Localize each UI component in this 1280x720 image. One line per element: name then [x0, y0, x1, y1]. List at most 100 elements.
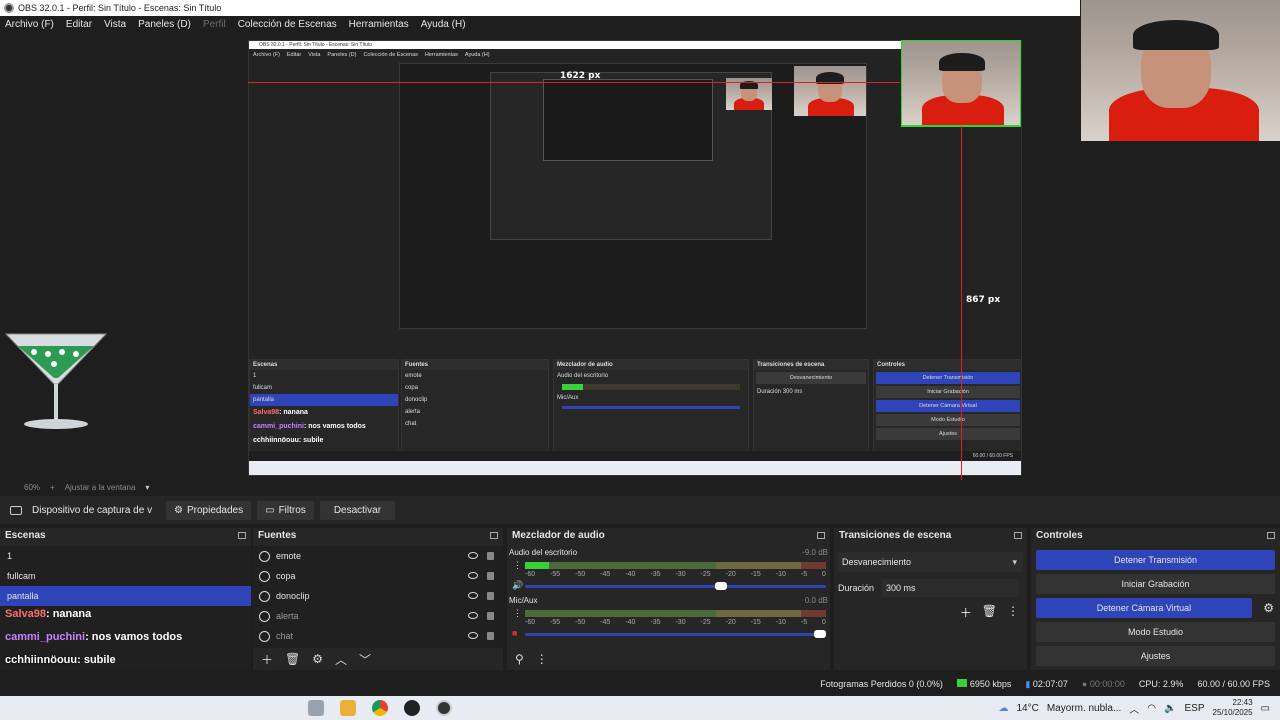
volume-icon[interactable]: 🔈	[1164, 703, 1176, 714]
duration-input[interactable]: 300 ms	[882, 579, 1019, 597]
visibility-eye-icon[interactable]	[468, 592, 478, 599]
language-indicator[interactable]: ESP	[1184, 703, 1204, 714]
control-button[interactable]: Modo Estudio	[1036, 622, 1275, 642]
lock-icon[interactable]	[487, 572, 494, 580]
status-bar: Fotogramas Perdidos 0 (0.0%) 6950 kbps ▮…	[0, 674, 1280, 694]
link-icon[interactable]: ⚲	[515, 652, 524, 666]
chrome-icon[interactable]	[372, 700, 388, 716]
control-button[interactable]: Detener Transmisión	[1036, 550, 1275, 570]
menu-item[interactable]: Editar	[66, 19, 92, 30]
visibility-eye-icon[interactable]	[468, 572, 478, 579]
menu-item[interactable]: Paneles (D)	[138, 19, 191, 30]
deactivate-button[interactable]: Desactivar	[319, 500, 396, 520]
task-view-icon[interactable]	[308, 700, 324, 716]
transitions-dock: Transiciones de escena Desvanecimiento D…	[834, 528, 1027, 670]
source-item[interactable]: donoclip	[253, 586, 503, 606]
visibility-eye-icon[interactable]	[468, 632, 478, 639]
control-button[interactable]: Ajustes	[1036, 646, 1275, 666]
slider-knob[interactable]	[714, 582, 727, 590]
menu-item[interactable]: Vista	[104, 19, 126, 30]
track-db: -9.0 dB	[802, 548, 828, 557]
properties-button[interactable]: ⚙ Propiedades	[166, 500, 252, 520]
nested-webcam-2	[794, 66, 866, 116]
track-db: 0.0 dB	[804, 596, 828, 605]
trash-icon[interactable]: 🗑	[285, 652, 300, 666]
window-title-bar: OBS 32.0.1 - Perfil: Sin Título - Escena…	[0, 0, 1080, 16]
mixer-title: Mezclador de audio	[512, 530, 605, 541]
filters-button[interactable]: ▭ Filtros	[257, 500, 314, 520]
zoom-in-button[interactable]: +	[50, 483, 55, 492]
signal-icon	[956, 679, 967, 687]
chat-text: : subile	[77, 654, 116, 666]
source-item[interactable]: copa	[253, 566, 503, 586]
dock-float-icon[interactable]	[490, 532, 498, 539]
volume-slider[interactable]	[525, 630, 826, 638]
menu-item[interactable]: Colección de Escenas	[238, 19, 337, 30]
scale-tick: -20	[725, 571, 736, 578]
gear-icon[interactable]: ⚙	[1263, 601, 1274, 615]
move-down-icon[interactable]: ﹀	[359, 651, 371, 668]
preview-webcam-source[interactable]	[901, 40, 1021, 126]
add-source-icon[interactable]: ＋	[261, 651, 273, 668]
zoom-percent[interactable]: 60%	[24, 483, 40, 492]
dock-float-icon[interactable]	[1267, 532, 1275, 539]
nested-capture-level-4	[543, 79, 713, 161]
mic-muted-icon[interactable]: ■	[512, 628, 517, 638]
control-button[interactable]: Detener Cámara Virtual	[1036, 598, 1252, 618]
scale-tick: -60	[525, 619, 536, 626]
clock[interactable]: 22:43 25/10/2025	[1213, 698, 1253, 718]
lock-icon[interactable]	[487, 612, 494, 620]
lock-icon[interactable]	[487, 632, 494, 640]
notifications-icon[interactable]: ▭	[1261, 703, 1270, 714]
scene-item[interactable]: fullcam	[0, 566, 251, 586]
dock-float-icon[interactable]	[817, 532, 825, 539]
app-icon[interactable]	[404, 700, 420, 716]
source-type-icon	[259, 630, 270, 642]
source-type-icon	[259, 570, 270, 582]
move-up-icon[interactable]: ︿	[335, 651, 347, 668]
visibility-eye-icon[interactable]	[468, 552, 478, 559]
scene-item[interactable]: 1	[0, 546, 251, 566]
add-transition-icon[interactable]: ＋	[960, 604, 972, 621]
lock-icon[interactable]	[487, 552, 494, 560]
control-button[interactable]: Iniciar Grabación	[1036, 574, 1275, 594]
source-item[interactable]: chat	[253, 626, 503, 646]
slider-knob[interactable]	[814, 630, 826, 638]
scale-tick: -5	[800, 619, 808, 626]
scale-tick: -40	[625, 571, 636, 578]
scale-tick: -10	[775, 619, 786, 626]
transition-select[interactable]: Desvanecimiento	[838, 552, 1023, 572]
visibility-eye-icon[interactable]	[468, 612, 478, 619]
more-options-icon[interactable]: ⋮	[536, 652, 548, 666]
tray-chevron-icon[interactable]: ︿	[1129, 701, 1139, 716]
nested-menu: Archivo (F) Editar Vista Paneles (D) Colecci…	[253, 52, 490, 58]
dock-float-icon[interactable]	[238, 532, 246, 539]
more-options-icon[interactable]: ⋮	[1007, 604, 1019, 621]
scale-tick: -35	[650, 619, 661, 626]
chat-text: : nanana	[45, 608, 92, 620]
fit-window-button[interactable]: Ajustar a la ventana	[65, 483, 136, 492]
menu-item[interactable]: Ayuda (H)	[421, 19, 466, 30]
lock-icon[interactable]	[487, 592, 494, 600]
dock-float-icon[interactable]	[1014, 532, 1022, 539]
zoom-dropdown-icon[interactable]: ▾	[145, 483, 149, 492]
volume-slider[interactable]	[525, 582, 826, 590]
speaker-icon[interactable]: 🔊	[512, 580, 523, 591]
nested-taskbar	[249, 461, 1021, 475]
gear-icon[interactable]: ⚙	[312, 652, 323, 666]
source-label: emote	[276, 551, 302, 561]
duration-label: Duración	[838, 583, 875, 593]
file-explorer-icon[interactable]	[340, 700, 356, 716]
obs-icon[interactable]	[436, 700, 452, 716]
more-options-icon[interactable]: ⋮	[513, 608, 522, 619]
source-item[interactable]: alerta	[253, 606, 503, 626]
fps: 60.00 / 60.00 FPS	[1197, 679, 1270, 689]
menu-item[interactable]: Archivo (F)	[5, 19, 54, 30]
more-options-icon[interactable]: ⋮	[513, 560, 522, 571]
wifi-icon[interactable]: ◠	[1147, 703, 1156, 714]
chat-username: Salva98	[5, 608, 46, 620]
source-item[interactable]: emote	[253, 546, 503, 566]
trash-icon[interactable]: 🗑	[982, 604, 997, 621]
scale-tick: -15	[750, 571, 761, 578]
menu-item[interactable]: Herramientas	[349, 19, 409, 30]
